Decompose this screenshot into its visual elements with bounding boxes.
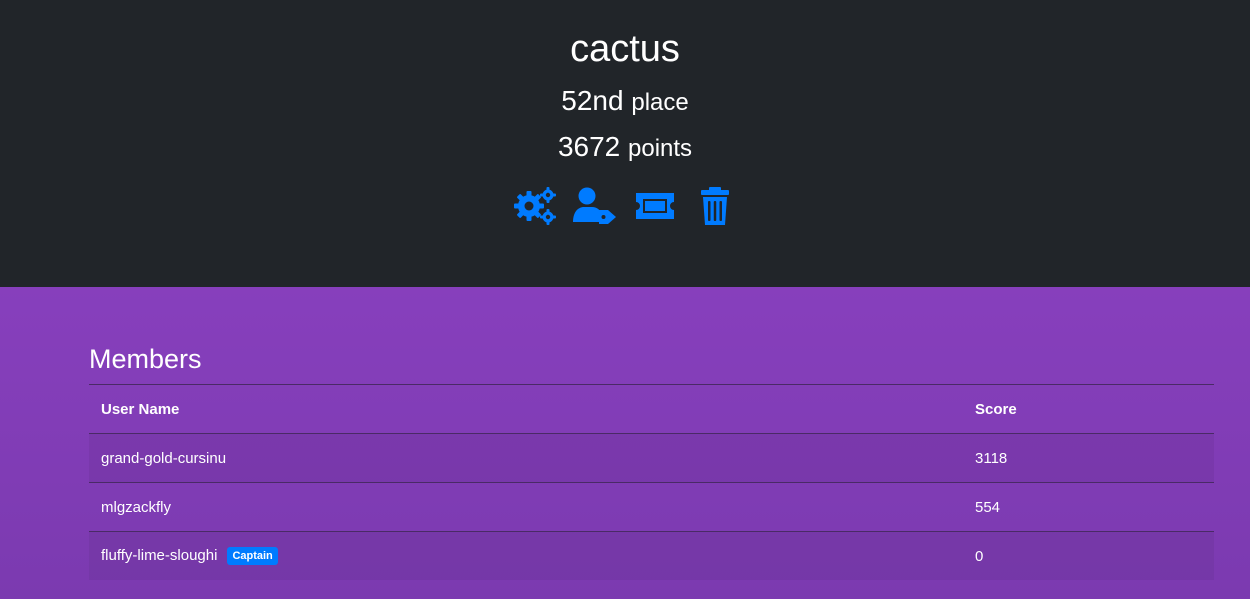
members-section: Members User Name Score grand-gold-cursi… [89, 337, 1214, 580]
members-table: User Name Score grand-gold-cursinu 3118 … [89, 385, 1214, 580]
team-place: 52nd place [0, 84, 1250, 120]
member-score: 554 [963, 482, 1214, 532]
team-points: 3672 points [0, 130, 1250, 166]
member-name-cell: mlgzackfly [89, 482, 963, 532]
team-header: cactus 52nd place 3672 points [0, 0, 1250, 287]
delete-button[interactable] [693, 186, 737, 226]
points-label: points [628, 135, 693, 162]
column-header-score: Score [963, 385, 1214, 434]
settings-icon [514, 187, 556, 225]
column-header-username: User Name [89, 385, 963, 434]
member-score: 3118 [963, 433, 1214, 483]
trash-icon [701, 187, 729, 225]
team-actions [0, 186, 1250, 226]
member-username[interactable]: grand-gold-cursinu [101, 450, 226, 467]
members-title: Members [89, 337, 1214, 385]
user-tag-icon [573, 187, 616, 224]
place-label: place [631, 89, 689, 116]
member-username[interactable]: mlgzackfly [101, 499, 171, 516]
place-value: 52nd [561, 85, 624, 116]
table-row: fluffy-lime-sloughi Captain 0 [89, 531, 1214, 581]
table-header-row: User Name Score [89, 385, 1214, 434]
settings-button[interactable] [513, 186, 557, 226]
points-value: 3672 [557, 131, 621, 162]
member-username[interactable]: fluffy-lime-sloughi [101, 547, 217, 564]
table-row: grand-gold-cursinu 3118 [89, 433, 1214, 483]
member-name-cell: grand-gold-cursinu [89, 433, 963, 483]
team-name: cactus [570, 28, 680, 70]
captain-badge: Captain [227, 547, 278, 565]
ticket-button[interactable] [633, 186, 677, 226]
table-row: mlgzackfly 554 [89, 482, 1214, 532]
member-score: 0 [975, 547, 984, 565]
ticket-icon [636, 193, 674, 219]
member-name-cell: fluffy-lime-sloughi Captain [89, 532, 963, 581]
user-tag-button[interactable] [573, 186, 617, 226]
